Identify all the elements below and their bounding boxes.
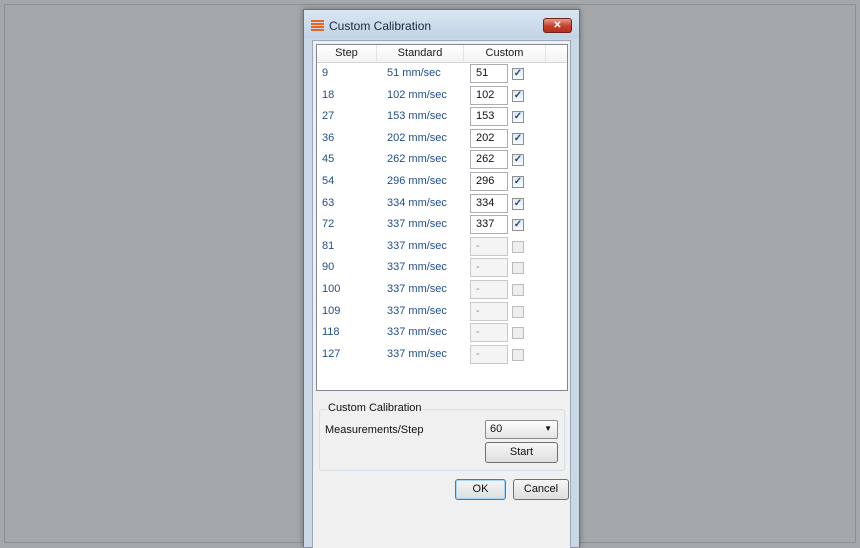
step-cell: 27: [322, 110, 335, 123]
table-row[interactable]: 63 334 mm/sec 334 ✓: [317, 193, 567, 214]
step-cell: 18: [322, 88, 335, 101]
step-cell: 100: [322, 283, 341, 295]
table-row[interactable]: 81 337 mm/sec -: [317, 236, 567, 257]
checkmark-icon: ✓: [513, 197, 523, 209]
list-header: Step Standard Custom: [317, 45, 567, 63]
standard-cell: 296 mm/sec: [387, 175, 447, 187]
step-cell: 45: [322, 153, 335, 166]
standard-cell: 334 mm/sec: [387, 196, 447, 209]
custom-calibration-dialog: Custom Calibration ✕ Step Standard Custo…: [303, 9, 580, 548]
table-row[interactable]: 18 102 mm/sec 102 ✓: [317, 85, 567, 106]
table-row[interactable]: 54 296 mm/sec 296 ✓: [317, 171, 567, 192]
step-cell: 9: [322, 67, 329, 79]
standard-cell: 153 mm/sec: [387, 110, 447, 123]
table-row[interactable]: 27 153 mm/sec 153 ✓: [317, 106, 567, 127]
standard-cell: 337 mm/sec: [387, 304, 447, 317]
custom-enable-checkbox[interactable]: ✓: [512, 154, 524, 167]
custom-value-input[interactable]: 153: [470, 107, 508, 127]
custom-enable-checkbox[interactable]: ✓: [512, 68, 524, 80]
custom-enable-checkbox[interactable]: ✓: [512, 176, 524, 188]
step-cell: 63: [322, 196, 335, 209]
standard-cell: 337 mm/sec: [387, 283, 447, 295]
step-cell: 72: [322, 218, 335, 231]
close-button[interactable]: ✕: [543, 18, 572, 33]
custom-enable-checkbox[interactable]: ✓: [512, 197, 524, 210]
step-cell: 118: [322, 326, 340, 339]
table-row[interactable]: 100 337 mm/sec -: [317, 279, 567, 300]
custom-value-input[interactable]: 51: [470, 64, 508, 83]
column-header-standard[interactable]: Standard: [377, 45, 464, 62]
measurements-value: 60: [490, 423, 503, 435]
checkmark-icon: ✓: [513, 154, 523, 166]
standard-cell: 51 mm/sec: [387, 67, 441, 79]
standard-cell: 262 mm/sec: [387, 153, 447, 166]
custom-enable-checkbox[interactable]: [512, 348, 524, 361]
custom-enable-checkbox[interactable]: [512, 327, 524, 340]
standard-cell: 337 mm/sec: [387, 261, 447, 274]
standard-cell: 337 mm/sec: [387, 218, 447, 231]
table-row[interactable]: 127 337 mm/sec -: [317, 344, 567, 365]
custom-calibration-group: Custom Calibration Measurements/Step 60 …: [319, 402, 565, 471]
custom-value-input[interactable]: -: [470, 344, 508, 364]
checkmark-icon: ✓: [513, 89, 523, 101]
custom-value-input[interactable]: -: [470, 323, 508, 343]
custom-value-input[interactable]: -: [470, 280, 508, 299]
column-header-custom[interactable]: Custom: [464, 45, 546, 62]
measurements-per-step-select[interactable]: 60 ▼: [485, 420, 558, 439]
step-cell: 90: [322, 261, 335, 274]
table-row[interactable]: 118 337 mm/sec -: [317, 322, 567, 343]
standard-cell: 337 mm/sec: [387, 239, 447, 252]
custom-enable-checkbox[interactable]: ✓: [512, 219, 524, 232]
table-row[interactable]: 36 202 mm/sec 202 ✓: [317, 128, 567, 149]
custom-value-input[interactable]: -: [470, 258, 508, 278]
table-row[interactable]: 109 337 mm/sec -: [317, 301, 567, 322]
custom-enable-checkbox[interactable]: ✓: [512, 132, 524, 145]
checkmark-icon: ✓: [513, 176, 523, 187]
table-row[interactable]: 72 337 mm/sec 337 ✓: [317, 214, 567, 235]
standard-cell: 337 mm/sec: [387, 347, 447, 360]
standard-cell: 202 mm/sec: [387, 131, 447, 144]
custom-enable-checkbox[interactable]: [512, 284, 524, 296]
step-cell: 54: [322, 175, 335, 187]
step-cell: 36: [322, 131, 335, 144]
custom-enable-checkbox[interactable]: [512, 305, 524, 318]
title-bar[interactable]: Custom Calibration ✕: [304, 10, 579, 38]
custom-value-input[interactable]: 262: [470, 150, 508, 170]
custom-value-input[interactable]: 102: [470, 85, 508, 105]
chevron-down-icon: ▼: [544, 424, 552, 433]
step-cell: 127: [322, 347, 341, 360]
standard-cell: 337 mm/sec: [387, 326, 447, 339]
standard-cell: 102 mm/sec: [387, 88, 447, 101]
custom-enable-checkbox[interactable]: [512, 262, 524, 275]
ok-button[interactable]: OK: [455, 479, 506, 500]
custom-enable-checkbox[interactable]: ✓: [512, 89, 524, 102]
custom-value-input[interactable]: 334: [470, 193, 508, 213]
table-row[interactable]: 45 262 mm/sec 262 ✓: [317, 149, 567, 170]
checkmark-icon: ✓: [513, 132, 523, 144]
step-cell: 81: [322, 239, 335, 252]
dialog-client-area: Step Standard Custom 9 51 mm/sec 51 ✓ 18 102 …: [312, 40, 571, 548]
measurements-per-step-label: Measurements/Step: [325, 424, 424, 436]
column-header-step[interactable]: Step: [317, 45, 377, 62]
custom-value-input[interactable]: 296: [470, 172, 508, 191]
start-button[interactable]: Start: [485, 442, 558, 463]
table-row[interactable]: 90 337 mm/sec -: [317, 257, 567, 278]
group-label: Custom Calibration: [327, 402, 423, 414]
table-row[interactable]: 9 51 mm/sec 51 ✓: [317, 63, 567, 84]
checkmark-icon: ✓: [513, 219, 523, 231]
cancel-button[interactable]: Cancel: [513, 479, 569, 500]
custom-enable-checkbox[interactable]: ✓: [512, 111, 524, 124]
checkmark-icon: ✓: [513, 68, 523, 79]
step-cell: 109: [322, 304, 341, 317]
window-title: Custom Calibration: [329, 19, 432, 33]
custom-enable-checkbox[interactable]: [512, 240, 524, 253]
checkmark-icon: ✓: [513, 111, 523, 123]
custom-value-input[interactable]: 337: [470, 215, 508, 235]
calibration-list[interactable]: Step Standard Custom 9 51 mm/sec 51 ✓ 18 102 …: [316, 44, 568, 391]
custom-value-input[interactable]: -: [470, 236, 508, 256]
custom-value-input[interactable]: 202: [470, 128, 508, 148]
custom-value-input[interactable]: -: [470, 301, 508, 321]
app-icon: [311, 20, 324, 32]
